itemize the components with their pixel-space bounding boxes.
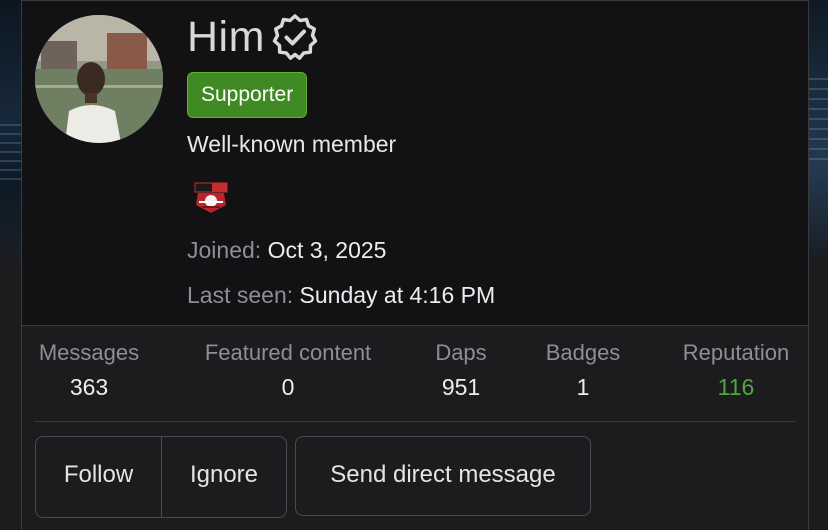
stat-value: 363 — [69, 374, 109, 400]
last-seen-label: Last seen: — [187, 282, 294, 308]
supporter-badge[interactable]: Supporter — [187, 72, 308, 118]
member-tooltip-card: Him Supporter Well-known member Joined: … — [21, 0, 809, 530]
divider — [34, 421, 796, 422]
joined-info: Joined: Oct 3, 2025 — [187, 237, 386, 264]
profile-header: Him Supporter Well-known member Joined: … — [22, 0, 808, 326]
avatar[interactable] — [35, 15, 163, 143]
stat-label: Badges — [545, 340, 621, 365]
follow-button[interactable]: Follow — [36, 437, 162, 517]
stat-value: 1 — [576, 374, 590, 400]
day-one-trophy-icon[interactable] — [193, 181, 229, 215]
stat-value: 0 — [281, 374, 295, 400]
send-direct-message-button[interactable]: Send direct message — [295, 436, 591, 516]
verified-badge-icon — [272, 14, 318, 60]
last-seen-info: Last seen: Sunday at 4:16 PM — [187, 282, 495, 309]
stat-label: Messages — [38, 340, 140, 365]
stat-value: 116 — [717, 374, 755, 400]
stat-featured-content[interactable]: Featured content 0 — [190, 340, 386, 401]
joined-label: Joined: — [187, 237, 262, 263]
joined-date: Oct 3, 2025 — [267, 237, 387, 263]
username[interactable]: Him — [187, 11, 265, 63]
stat-label: Reputation — [682, 340, 790, 365]
member-title: Well-known member — [187, 131, 397, 157]
follow-ignore-group: Follow Ignore — [35, 436, 287, 518]
stat-badges[interactable]: Badges 1 — [533, 340, 633, 401]
background-right — [806, 0, 828, 258]
stat-reputation[interactable]: Reputation 116 — [671, 340, 801, 401]
background-left — [0, 0, 22, 258]
avatar-image — [35, 15, 163, 143]
ignore-button[interactable]: Ignore — [162, 437, 286, 517]
last-seen-value: Sunday at 4:16 PM — [299, 282, 496, 308]
username-row: Him — [187, 11, 319, 63]
stat-daps[interactable]: Daps 951 — [422, 340, 500, 401]
stat-value: 951 — [441, 374, 481, 400]
member-stats: Messages 363 Featured content 0 Daps 951… — [22, 340, 808, 410]
stat-messages[interactable]: Messages 363 — [22, 340, 156, 401]
stat-label: Daps — [435, 340, 487, 365]
stat-label: Featured content — [204, 340, 372, 365]
